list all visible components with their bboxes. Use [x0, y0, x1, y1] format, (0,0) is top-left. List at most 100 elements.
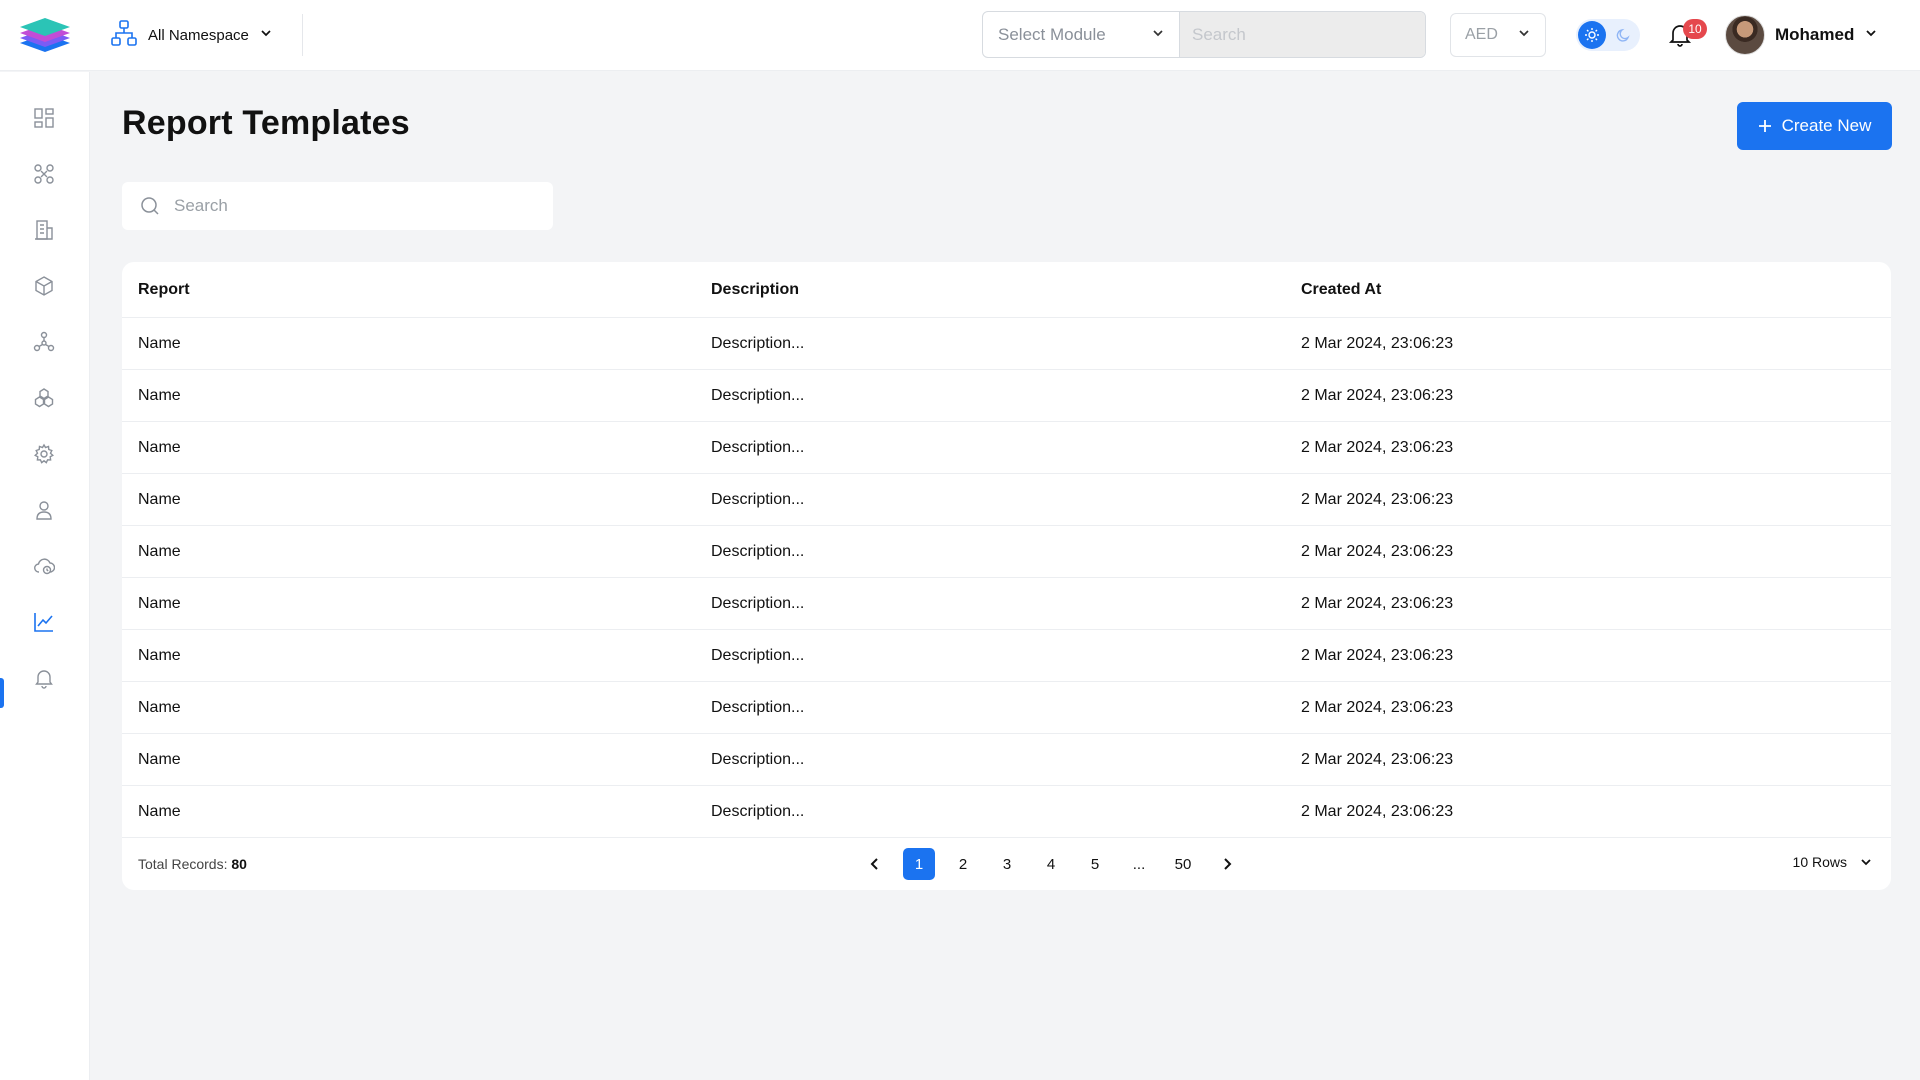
table-footer: Total Records: 80 1 2 3 4 5 ... 50 10 Ro…	[122, 838, 1891, 890]
cell-report-name: Name	[138, 750, 181, 768]
sidebar-item-buildings[interactable]	[28, 214, 60, 246]
table-row[interactable]: Name Description... 2 Mar 2024, 23:06:23	[122, 734, 1891, 786]
table-row[interactable]: Name Description... 2 Mar 2024, 23:06:23	[122, 578, 1891, 630]
chevron-down-icon	[1864, 26, 1878, 45]
table-row[interactable]: Name Description... 2 Mar 2024, 23:06:23	[122, 682, 1891, 734]
notification-count-badge: 10	[1683, 19, 1707, 39]
header-divider	[302, 14, 303, 56]
cell-description: Description...	[711, 802, 805, 820]
report-templates-table: Report Description Created At Name Descr…	[122, 262, 1891, 890]
module-select[interactable]: Select Module	[983, 12, 1180, 57]
column-header-report[interactable]: Report	[122, 281, 711, 299]
cell-description: Description...	[711, 490, 805, 508]
cell-report-name: Name	[138, 698, 181, 716]
page-ellipsis: ...	[1132, 855, 1146, 873]
namespace-selector[interactable]: All Namespace	[110, 19, 273, 51]
moon-icon[interactable]	[1610, 21, 1638, 49]
page-button-5[interactable]: 5	[1079, 848, 1111, 880]
total-records-label: Total Records:	[138, 856, 228, 872]
cell-created-at: 2 Mar 2024, 23:06:23	[1301, 594, 1454, 612]
chevron-down-icon	[1517, 26, 1531, 45]
cube-icon	[35, 276, 53, 296]
cloud-icon	[34, 558, 55, 575]
sidebar-item-notifications[interactable]	[28, 662, 60, 694]
cell-created-at: 2 Mar 2024, 23:06:23	[1301, 750, 1454, 768]
report-search-box	[122, 182, 553, 230]
column-header-description[interactable]: Description	[711, 281, 1301, 299]
page-title: Report Templates	[122, 104, 410, 142]
cell-description: Description...	[711, 646, 805, 664]
page-button-3[interactable]: 3	[991, 848, 1023, 880]
currency-select[interactable]: AED	[1450, 13, 1546, 57]
report-search-input[interactable]	[174, 196, 514, 216]
create-new-label: Create New	[1781, 116, 1872, 135]
network-icon	[33, 331, 55, 352]
cell-report-name: Name	[138, 802, 181, 820]
plus-icon	[1758, 120, 1771, 132]
cell-report-name: Name	[138, 646, 181, 664]
page-button-4[interactable]: 4	[1035, 848, 1067, 880]
page-button-2[interactable]: 2	[947, 848, 979, 880]
table-row[interactable]: Name Description... 2 Mar 2024, 23:06:23	[122, 370, 1891, 422]
table-row[interactable]: Name Description... 2 Mar 2024, 23:06:23	[122, 526, 1891, 578]
gear-icon	[34, 443, 54, 464]
rows-per-page-value: 10 Rows	[1792, 854, 1847, 870]
cell-description: Description...	[711, 542, 805, 560]
module-select-placeholder: Select Module	[998, 24, 1106, 44]
cell-description: Description...	[711, 594, 805, 612]
table-row[interactable]: Name Description... 2 Mar 2024, 23:06:23	[122, 786, 1891, 838]
cell-report-name: Name	[138, 386, 181, 404]
app-logo[interactable]	[18, 14, 72, 56]
cell-created-at: 2 Mar 2024, 23:06:23	[1301, 490, 1454, 508]
prev-page-button[interactable]	[859, 848, 891, 880]
sidebar-item-settings[interactable]	[28, 438, 60, 470]
sidebar-item-cloud[interactable]	[28, 550, 60, 582]
cell-report-name: Name	[138, 438, 181, 456]
pagination: 1 2 3 4 5 ... 50	[859, 848, 1255, 880]
rows-per-page-select[interactable]: 10 Rows	[1793, 854, 1873, 870]
cell-created-at: 2 Mar 2024, 23:06:23	[1301, 698, 1454, 716]
next-page-button[interactable]	[1211, 848, 1243, 880]
chevron-down-icon	[1151, 25, 1165, 45]
cell-report-name: Name	[138, 490, 181, 508]
cell-description: Description...	[711, 334, 805, 352]
table-row[interactable]: Name Description... 2 Mar 2024, 23:06:23	[122, 474, 1891, 526]
sidebar-item-network[interactable]	[28, 326, 60, 358]
sidebar-active-indicator	[0, 678, 4, 708]
building-icon	[35, 220, 53, 240]
table-row[interactable]: Name Description... 2 Mar 2024, 23:06:23	[122, 422, 1891, 474]
table-row[interactable]: Name Description... 2 Mar 2024, 23:06:23	[122, 630, 1891, 682]
clusters-icon	[34, 388, 54, 408]
cell-created-at: 2 Mar 2024, 23:06:23	[1301, 542, 1454, 560]
sidebar-item-reports[interactable]	[28, 606, 60, 638]
sun-icon[interactable]	[1578, 21, 1606, 49]
cell-report-name: Name	[138, 542, 181, 560]
cell-created-at: 2 Mar 2024, 23:06:23	[1301, 334, 1454, 352]
page-button-1[interactable]: 1	[903, 848, 935, 880]
cell-created-at: 2 Mar 2024, 23:06:23	[1301, 802, 1454, 820]
bell-icon	[35, 670, 53, 689]
page-button-50[interactable]: 50	[1167, 848, 1199, 880]
create-new-button[interactable]: Create New	[1737, 102, 1892, 150]
sidebar-item-users[interactable]	[28, 494, 60, 526]
column-header-created-at[interactable]: Created At	[1301, 281, 1891, 299]
chevron-left-icon	[870, 858, 878, 870]
table-row[interactable]: Name Description... 2 Mar 2024, 23:06:23	[122, 318, 1891, 370]
sidebar-item-dashboard[interactable]	[28, 102, 60, 134]
cell-created-at: 2 Mar 2024, 23:06:23	[1301, 646, 1454, 664]
chevron-right-icon	[1224, 858, 1232, 870]
sidebar-item-cube[interactable]	[28, 270, 60, 302]
cell-report-name: Name	[138, 594, 181, 612]
cell-report-name: Name	[138, 334, 181, 352]
avatar	[1725, 15, 1765, 55]
sidebar	[0, 72, 90, 1080]
namespace-label: All Namespace	[148, 26, 249, 44]
theme-toggle[interactable]	[1576, 19, 1640, 51]
global-search-input[interactable]	[1180, 12, 1425, 57]
sidebar-item-clusters[interactable]	[28, 382, 60, 414]
user-name: Mohamed	[1775, 25, 1855, 44]
cell-description: Description...	[711, 386, 805, 404]
sidebar-item-nodes[interactable]	[28, 158, 60, 190]
user-menu[interactable]: Mohamed	[1725, 15, 1878, 55]
cell-description: Description...	[711, 750, 805, 768]
